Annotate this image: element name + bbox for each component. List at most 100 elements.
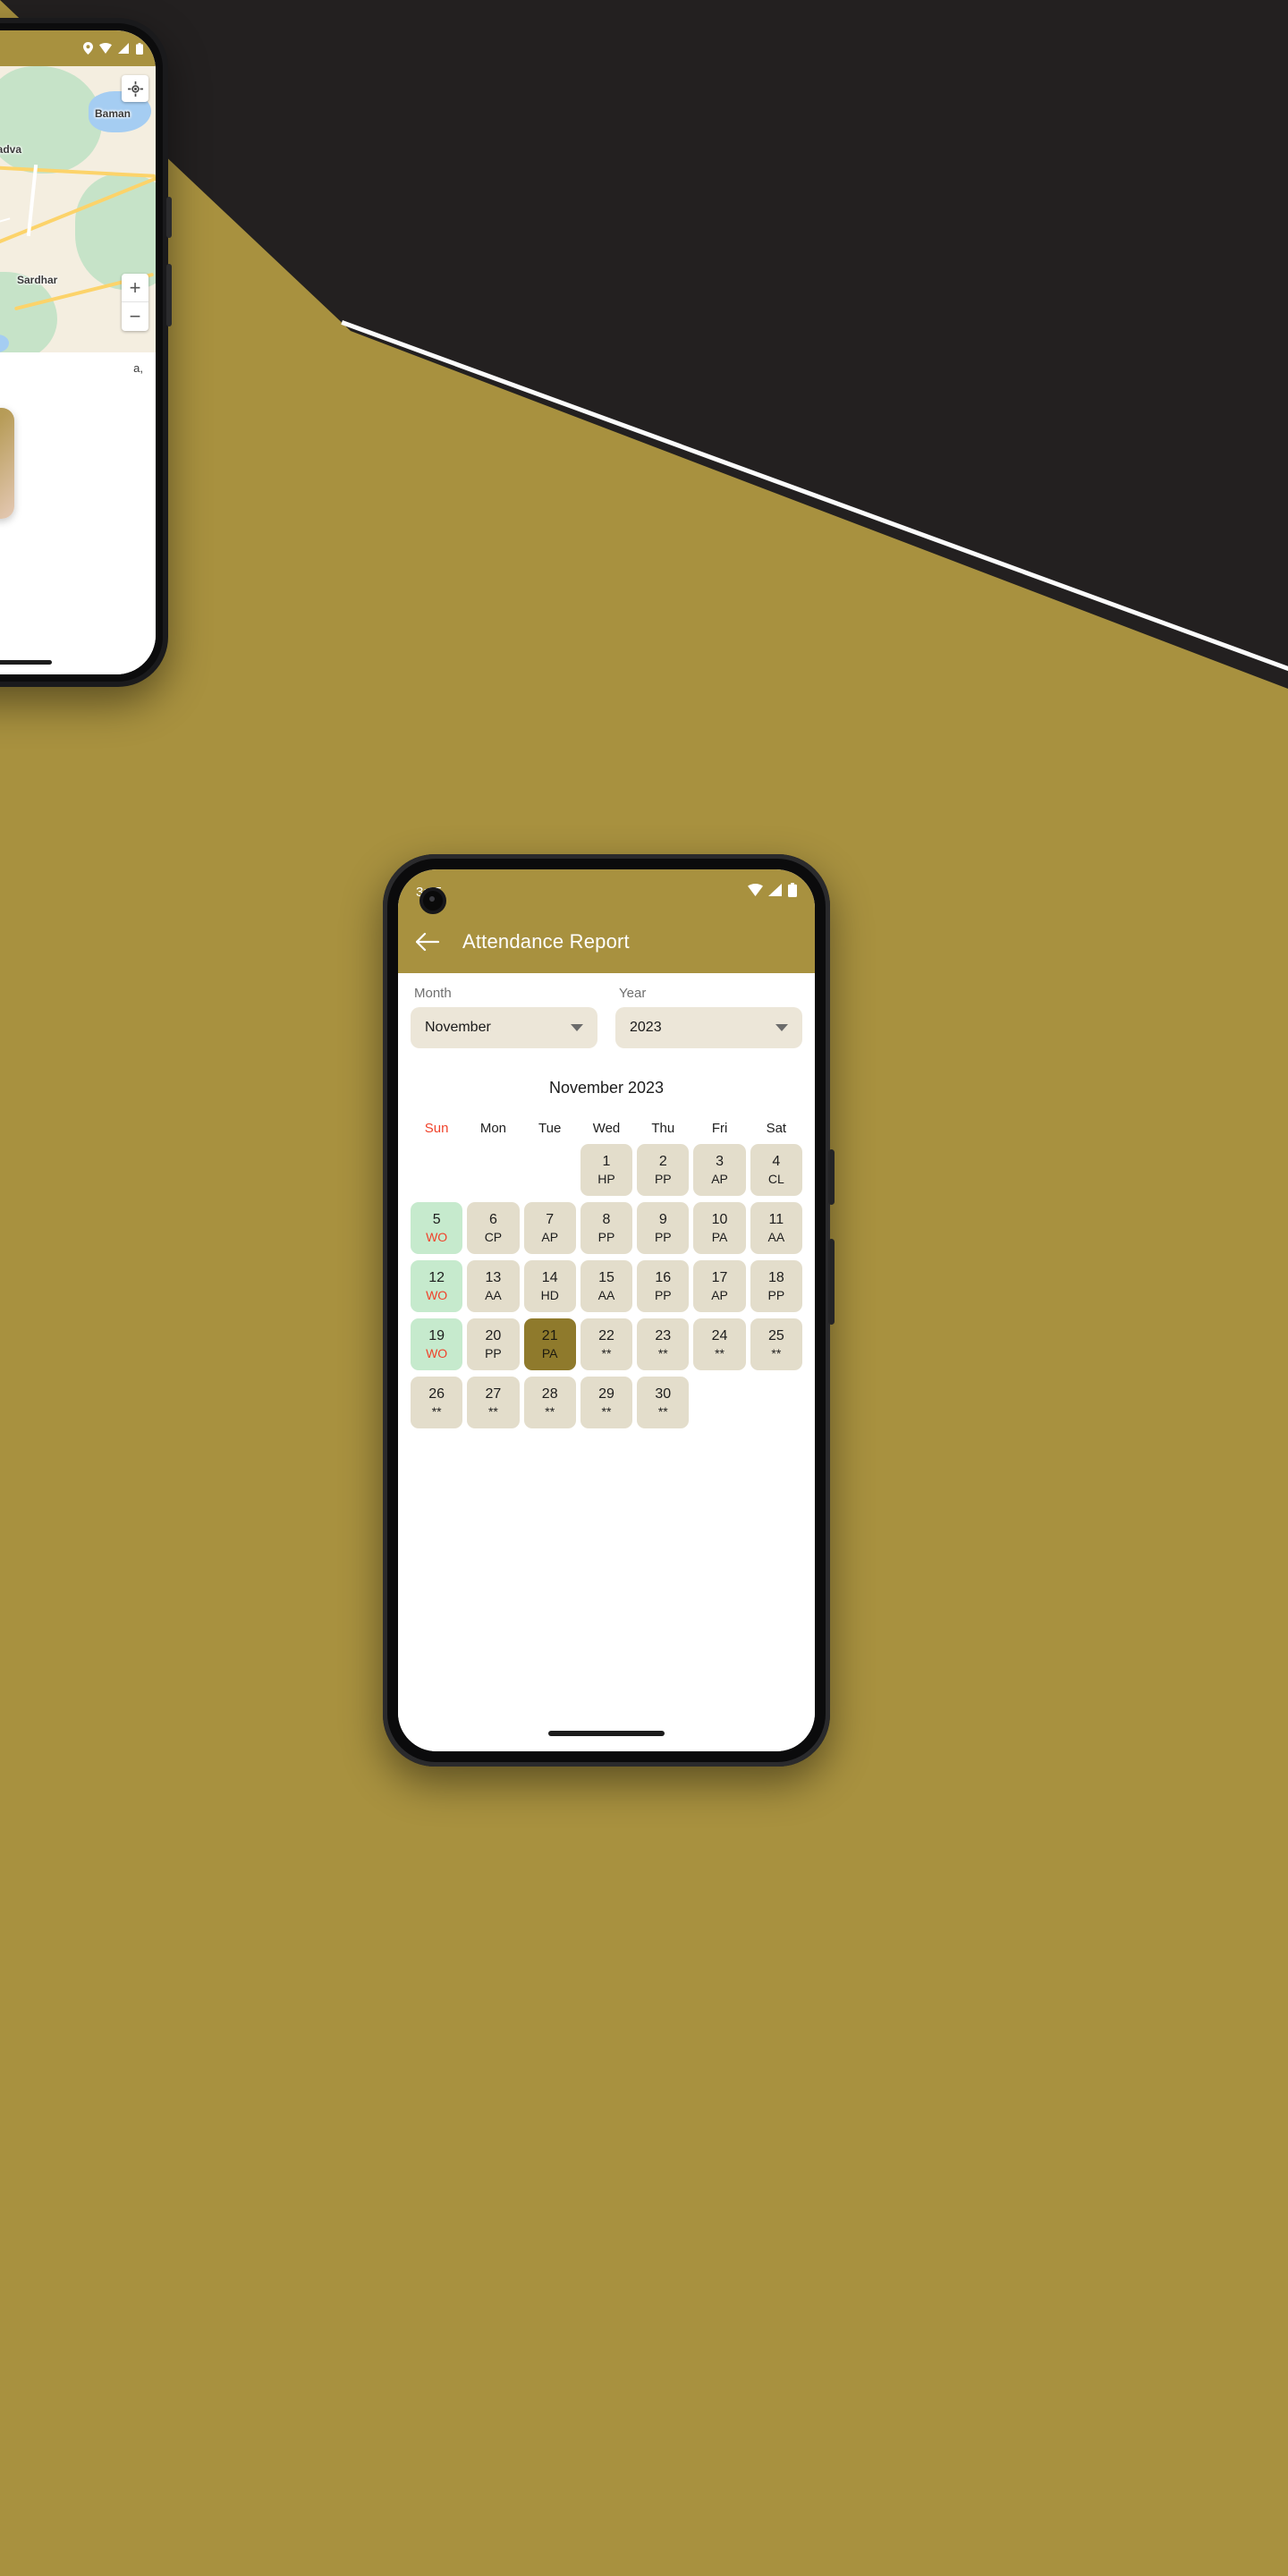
calendar-day-status-code: PP: [654, 1288, 672, 1302]
calendar-day-cell[interactable]: 8 PP: [580, 1202, 633, 1254]
calendar-day-cell[interactable]: 20 PP: [467, 1318, 520, 1370]
calendar-day-status-code: **: [431, 1404, 442, 1419]
calendar-day-cell[interactable]: 18 PP: [750, 1260, 802, 1312]
calendar-day-number: 3: [716, 1154, 724, 1169]
calendar-day-number: 2: [658, 1154, 667, 1169]
calendar-day-number: 27: [485, 1386, 502, 1402]
calendar-day-number: 25: [767, 1328, 784, 1343]
calendar-day-header-tue: Tue: [538, 1121, 562, 1136]
calendar-grid: 1 HP 2 PP 3 AP 4 CL 5 WO 6 CP 7 AP 8 PP 9 PP 10 PA 11 AA 12 WO 1…: [411, 1144, 802, 1428]
month-value: November: [425, 1020, 491, 1035]
calendar-day-number: 10: [711, 1212, 728, 1227]
period-selectors: Month November Year 2023: [411, 986, 802, 1048]
calendar-day-cell[interactable]: 24 **: [693, 1318, 746, 1370]
calendar-day-cell[interactable]: 3 AP: [693, 1144, 746, 1196]
calendar-day-status-code: WO: [426, 1346, 448, 1360]
calendar-day-cell[interactable]: 28 **: [523, 1377, 576, 1428]
calendar-day-status-code: PP: [767, 1288, 785, 1302]
calendar-day-number: 28: [541, 1386, 558, 1402]
calendar-cell-empty: [524, 1144, 576, 1196]
calendar-day-status-code: **: [601, 1346, 612, 1360]
calendar-day-status-code: AP: [711, 1288, 728, 1302]
left-corner-text: a,: [133, 361, 143, 375]
calendar-day-cell[interactable]: 30 **: [637, 1377, 690, 1428]
map-zoom-out-button[interactable]: −: [122, 302, 148, 331]
calendar-day-status-code: PP: [654, 1230, 672, 1244]
calendar-day-cell[interactable]: 6 CP: [467, 1202, 520, 1254]
locate-me-button[interactable]: [122, 75, 148, 102]
battery-icon: [788, 883, 797, 901]
wifi-icon: [99, 43, 112, 54]
main-phone-volume-button: [828, 1149, 835, 1205]
calendar-day-status-code: AA: [767, 1230, 785, 1244]
calendar-day-cell[interactable]: 10 PA: [693, 1202, 746, 1254]
map-label: Kuvadva: [0, 143, 22, 156]
year-value: 2023: [630, 1020, 662, 1035]
calendar-day-number: 8: [602, 1212, 611, 1227]
calendar-day-status-code: PP: [485, 1346, 502, 1360]
calendar-day-cell[interactable]: 16 PP: [637, 1260, 690, 1312]
calendar-day-cell[interactable]: 15 AA: [580, 1260, 633, 1312]
calendar-day-number: 18: [767, 1270, 784, 1285]
punch-out-card[interactable]: Punch Out: [0, 408, 14, 519]
year-selector-group: Year 2023: [615, 986, 802, 1048]
calendar-day-status-code: PP: [597, 1230, 615, 1244]
calendar-day-number: 14: [541, 1270, 558, 1285]
left-phone-screen: + − adiBamanridadKuvadvajkotothariaTramb…: [0, 30, 156, 674]
calendar-day-cell[interactable]: 1 HP: [580, 1144, 633, 1196]
calendar-day-number: 4: [772, 1154, 781, 1169]
main-phone-screen: 3:25 Attendance Report: [398, 869, 815, 1751]
calendar-day-cell[interactable]: 22 **: [580, 1318, 633, 1370]
calendar-day-number: 16: [655, 1270, 672, 1285]
calendar-day-number: 12: [428, 1270, 445, 1285]
calendar-day-header-sat: Sat: [766, 1121, 787, 1136]
calendar-title: November 2023: [548, 1079, 665, 1097]
main-home-indicator[interactable]: [548, 1731, 665, 1736]
left-phone-volume-button: [166, 197, 172, 238]
calendar-day-number: 11: [768, 1212, 784, 1227]
map-zoom-in-button[interactable]: +: [122, 274, 148, 302]
calendar-day-cell[interactable]: 14 HD: [523, 1260, 576, 1312]
calendar-day-cell[interactable]: 12 WO: [411, 1260, 463, 1312]
year-label: Year: [619, 986, 647, 1001]
calendar-day-cell[interactable]: 17 AP: [693, 1260, 746, 1312]
calendar-day-cell[interactable]: 26 **: [411, 1377, 463, 1428]
calendar-day-header-fri: Fri: [711, 1121, 728, 1136]
calendar-day-cell[interactable]: 9 PP: [637, 1202, 690, 1254]
calendar-day-number: 30: [655, 1386, 672, 1402]
calendar-day-cell[interactable]: 21 PA: [523, 1318, 576, 1370]
calendar-day-status-code: CL: [767, 1172, 784, 1186]
map-zoom-controls[interactable]: + −: [122, 274, 148, 331]
calendar-day-cell[interactable]: 5 WO: [411, 1202, 463, 1254]
calendar-day-status-code: **: [657, 1404, 668, 1419]
main-status-bar: 3:25: [398, 869, 815, 911]
main-phone-power-button: [828, 1239, 835, 1325]
calendar-day-cell[interactable]: 4 CL: [750, 1144, 802, 1196]
calendar-day-cell[interactable]: 27 **: [467, 1377, 520, 1428]
calendar-day-cell[interactable]: 7 AP: [523, 1202, 576, 1254]
calendar-day-cell[interactable]: 13 AA: [467, 1260, 520, 1312]
calendar-cell-empty: [411, 1144, 462, 1196]
calendar-day-cell[interactable]: 11 AA: [750, 1202, 802, 1254]
calendar-day-cell[interactable]: 25 **: [750, 1318, 802, 1370]
left-home-indicator[interactable]: [0, 659, 52, 665]
calendar-day-status-code: HD: [540, 1288, 559, 1302]
calendar-day-cell[interactable]: 2 PP: [637, 1144, 690, 1196]
year-dropdown[interactable]: 2023: [615, 1007, 802, 1048]
calendar-day-number: 1: [602, 1154, 611, 1169]
calendar-day-number: 17: [711, 1270, 728, 1285]
calendar-day-cell[interactable]: 19 WO: [411, 1318, 463, 1370]
calendar-day-status-code: PA: [541, 1346, 558, 1360]
main-nav-bar: [398, 1716, 815, 1751]
calendar-day-status-code: WO: [426, 1288, 448, 1302]
chevron-down-icon: [571, 1024, 583, 1031]
calendar-day-status-code: AA: [597, 1288, 615, 1302]
left-phone-power-button: [166, 264, 172, 326]
location-pin-icon: [83, 42, 93, 55]
left-map-view[interactable]: + − adiBamanridadKuvadvajkotothariaTramb…: [0, 66, 156, 352]
page-title: Attendance Report: [462, 930, 630, 953]
calendar-day-cell[interactable]: 29 **: [580, 1377, 633, 1428]
month-dropdown[interactable]: November: [411, 1007, 597, 1048]
calendar-day-cell[interactable]: 23 **: [637, 1318, 690, 1370]
back-arrow-icon[interactable]: [416, 932, 439, 952]
